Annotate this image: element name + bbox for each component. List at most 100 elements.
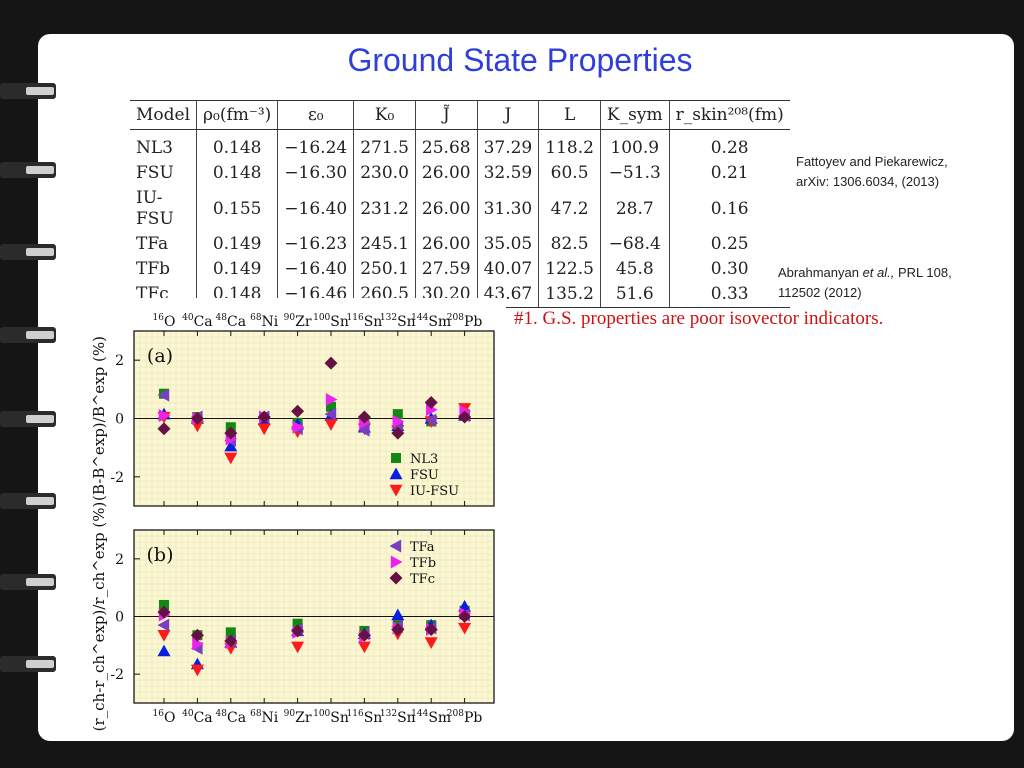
value-cell: −68.4 (600, 232, 670, 257)
table-row: NL3 0.148 −16.24 271.5 25.68 37.29 118.2 100.9 0… (130, 129, 790, 161)
table-row: FSU 0.148 −16.30 230.0 26.00 32.59 60.5 −51.3 0.… (130, 161, 790, 186)
reference-author: Abrahmanyan (778, 265, 863, 280)
conclusion-note: #1. G.S. properties are poor isovector i… (514, 308, 884, 329)
value-cell: −16.40 (277, 257, 355, 282)
binder-ring (0, 493, 56, 509)
x-category-label: 48Ca (216, 313, 247, 330)
value-cell: 0.148 (196, 129, 279, 161)
value-cell: 250.1 (353, 257, 416, 282)
reference-line: arXiv: 1306.6034, (2013) (796, 174, 940, 189)
y-tick-label: 0 (115, 412, 124, 428)
value-cell: 40.07 (477, 257, 540, 282)
value-cell: 60.5 (538, 161, 601, 186)
table-row: TFb 0.149 −16.40 250.1 27.59 40.07 122.5 45.8 0.… (130, 257, 790, 282)
value-cell: −16.40 (277, 186, 355, 232)
value-cell: 231.2 (353, 186, 416, 232)
binder-ring (0, 327, 56, 343)
value-cell: 26.00 (415, 161, 478, 186)
model-name-cell: FSU (130, 161, 198, 186)
value-cell: 100.9 (600, 129, 670, 161)
model-parameter-table: Model ρ₀(fm⁻³) ε₀ K₀ J̃ J L K_sym r_skin²⁰⁸(fm) … (130, 100, 790, 308)
x-category-label: 144Sm (411, 709, 451, 726)
reference-journal: PRL 108, (894, 265, 952, 280)
x-category-label: 116Sn (347, 709, 383, 726)
slide-title: Ground State Properties (347, 42, 693, 78)
table-header-row: Model ρ₀(fm⁻³) ε₀ K₀ J̃ J L K_sym r_skin²⁰⁸(fm) (130, 100, 790, 130)
scatter-chart: -2 0 2 (a) (B-B^exp)/B^exp (%) NL3FSUIU-FSU -2… (90, 313, 495, 732)
legend-label: TFb (410, 556, 436, 571)
y-axis-label: (r_ch-r_ch^exp)/r_ch^exp (%) (90, 502, 108, 732)
x-category-label: 40Ca (182, 709, 213, 726)
value-cell: 0.16 (710, 198, 749, 219)
value-cell: 230.0 (353, 161, 416, 186)
binder-ring (0, 656, 56, 672)
x-category-label: 16O (153, 313, 176, 330)
table-header-cell: J (477, 100, 540, 130)
reference-line: 112502 (2012) (778, 285, 862, 300)
x-category-label: 68Ni (250, 709, 279, 726)
value-cell: 35.05 (477, 232, 540, 257)
y-axis-label: (B-B^exp)/B^exp (%) (90, 336, 108, 501)
value-cell: −51.3 (600, 161, 670, 186)
value-cell: 0.149 (196, 257, 279, 282)
value-cell: 32.59 (477, 161, 540, 186)
x-category-label: 48Ca (216, 709, 247, 726)
binder-ring (0, 574, 56, 590)
y-tick-label: 2 (115, 353, 124, 369)
table-header-cell: Model (130, 100, 198, 130)
value-cell: 118.2 (538, 129, 601, 161)
value-cell: 0.33 (669, 282, 790, 308)
value-cell: −16.23 (277, 232, 355, 257)
panel-label: (a) (147, 345, 173, 367)
value-cell: 0.28 (710, 138, 749, 158)
value-cell: 122.5 (538, 257, 601, 282)
legend-label: TFc (410, 572, 435, 587)
value-cell: 37.29 (477, 129, 540, 161)
value-cell: 26.00 (415, 186, 478, 232)
legend-label: TFa (410, 540, 435, 555)
x-category-label: 40Ca (182, 313, 213, 330)
binder-ring (0, 244, 56, 260)
reference-fattoyev: Fattoyev and Piekarewicz, arXiv: 1306.60… (796, 152, 948, 192)
x-category-label: 100Sn (313, 313, 349, 330)
value-cell: 25.68 (415, 129, 478, 161)
panel-label: (b) (147, 544, 174, 566)
value-cell: 245.1 (353, 232, 416, 257)
value-cell: −16.24 (277, 129, 355, 161)
value-cell: 0.155 (196, 186, 279, 232)
reference-etal: et al., (862, 265, 895, 280)
legend-label: FSU (410, 468, 439, 483)
figure-panel: -2 0 2 (a) (B-B^exp)/B^exp (%) NL3 FSU IU-FSU -2… (68, 298, 506, 733)
value-cell: 47.2 (538, 186, 601, 232)
y-tick-label: 2 (115, 552, 124, 568)
legend-marker (391, 453, 401, 463)
x-category-label: 16O (153, 709, 176, 726)
table-header-cell: J̃ (415, 100, 478, 130)
table-row: TFa 0.149 −16.23 245.1 26.00 35.05 82.5 −68.4 0.… (130, 232, 790, 257)
value-cell: 135.2 (538, 282, 601, 308)
table-header-cell: r_skin²⁰⁸(fm) (669, 100, 790, 130)
x-category-label: 68Ni (250, 313, 279, 330)
value-cell: 0.148 (196, 161, 279, 186)
x-category-label: 116Sn (347, 313, 383, 330)
x-category-label: 144Sm (411, 313, 451, 330)
value-cell: 45.8 (600, 257, 670, 282)
value-cell: 26.00 (415, 232, 478, 257)
binder-ring (0, 162, 56, 178)
value-cell: 51.6 (600, 282, 670, 308)
value-cell: 27.59 (415, 257, 478, 282)
value-cell: 0.149 (196, 232, 279, 257)
x-category-label: 208Pb (447, 709, 483, 726)
y-tick-label: -2 (110, 667, 124, 683)
x-category-label: 90Zr (284, 313, 312, 330)
table-header-cell: K₀ (353, 100, 416, 130)
model-name-cell: TFa (130, 232, 198, 257)
model-name-cell: NL3 (130, 129, 198, 161)
reference-line: Fattoyev and Piekarewicz, (796, 154, 948, 169)
x-category-label: 90Zr (284, 709, 312, 726)
value-cell: 82.5 (538, 232, 601, 257)
value-cell: 271.5 (353, 129, 416, 161)
value-cell: 31.30 (477, 186, 540, 232)
table-row: IU-FSU 0.155 −16.40 231.2 26.00 31.30 47.2 28.7… (130, 186, 790, 232)
value-cell: 28.7 (600, 186, 670, 232)
